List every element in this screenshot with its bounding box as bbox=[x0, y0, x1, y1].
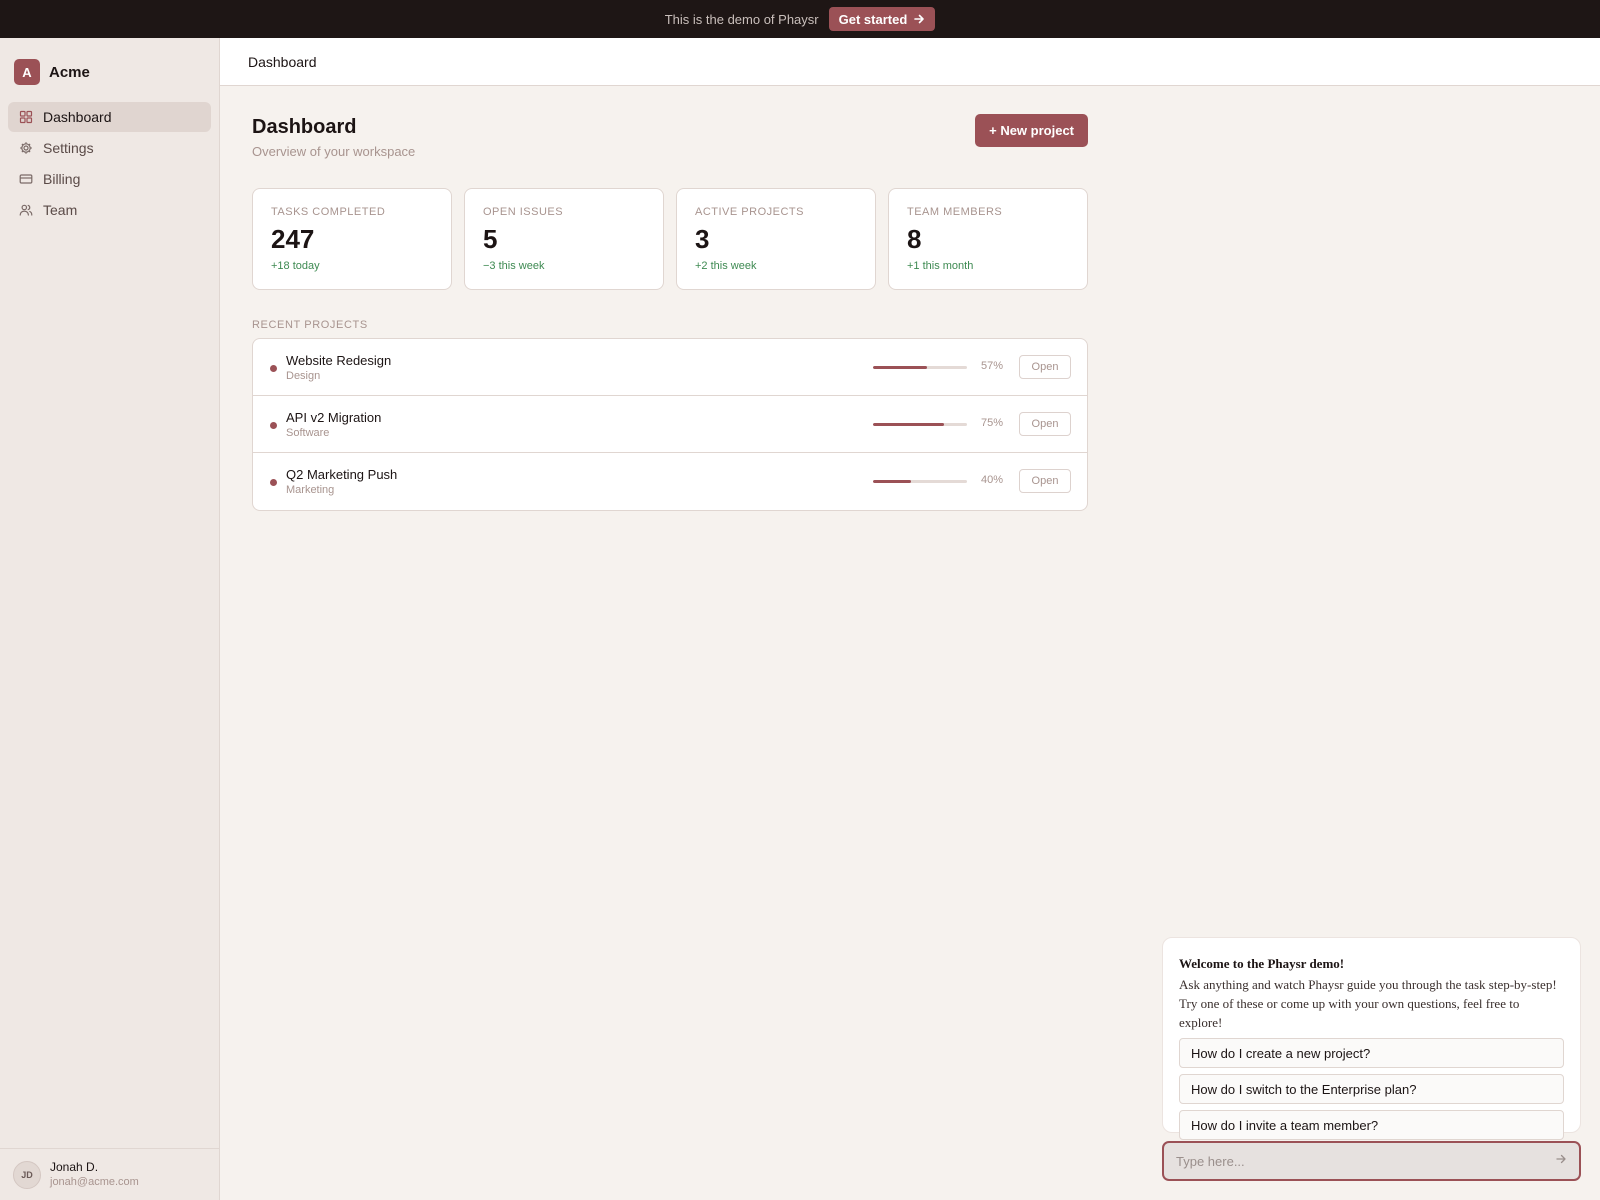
progress-fill bbox=[873, 366, 927, 369]
top-header: Dashboard bbox=[220, 38, 1600, 86]
stat-card-team-members: TEAM MEMBERS 8 +1 this month bbox=[888, 188, 1088, 290]
arrow-right-icon bbox=[914, 14, 925, 24]
users-icon bbox=[19, 204, 33, 216]
progress-percent: 75% bbox=[980, 417, 1003, 429]
sidebar-item-settings[interactable]: Settings bbox=[8, 133, 211, 163]
stat-value: 8 bbox=[907, 224, 922, 254]
sidebar: A Acme Dashboard Settings Billing Team J… bbox=[0, 38, 220, 1200]
sidebar-item-dashboard[interactable]: Dashboard bbox=[8, 102, 211, 132]
sidebar-item-label: Settings bbox=[43, 140, 94, 156]
stat-value: 3 bbox=[695, 224, 710, 254]
stat-card-tasks-completed: TASKS COMPLETED 247 +18 today bbox=[252, 188, 452, 290]
project-name: Website Redesign bbox=[286, 353, 392, 368]
sidebar-item-label: Team bbox=[43, 202, 78, 218]
stat-delta: +1 this month bbox=[907, 260, 974, 272]
chat-input-box bbox=[1162, 1141, 1581, 1181]
recent-projects-heading: RECENT PROJECTS bbox=[252, 319, 368, 331]
stat-value: 5 bbox=[483, 224, 498, 254]
open-project-button[interactable]: Open bbox=[1019, 355, 1071, 379]
breadcrumb: Dashboard bbox=[248, 53, 317, 70]
new-project-button[interactable]: + New project bbox=[975, 114, 1088, 147]
suggestion-invite-member[interactable]: How do I invite a team member? bbox=[1179, 1110, 1564, 1140]
demo-banner: This is the demo of Phaysr Get started bbox=[0, 0, 1600, 38]
sidebar-item-team[interactable]: Team bbox=[8, 195, 211, 225]
stats-row: TASKS COMPLETED 247 +18 today OPEN ISSUE… bbox=[252, 188, 1088, 290]
credit-card-icon bbox=[19, 174, 33, 184]
suggestion-create-project[interactable]: How do I create a new project? bbox=[1179, 1038, 1564, 1068]
chat-input[interactable] bbox=[1176, 1153, 1555, 1169]
stat-delta: +2 this week bbox=[695, 260, 757, 272]
project-category: Marketing bbox=[286, 484, 335, 496]
page-title: Dashboard bbox=[252, 116, 357, 138]
project-name: Q2 Marketing Push bbox=[286, 467, 398, 482]
arrow-right-icon bbox=[1556, 1154, 1566, 1164]
brand-logo: A bbox=[14, 59, 40, 85]
get-started-button[interactable]: Get started bbox=[828, 7, 936, 31]
stat-value: 247 bbox=[271, 224, 315, 254]
brand-name: Acme bbox=[49, 63, 90, 81]
sidebar-nav: Dashboard Settings Billing Team bbox=[0, 92, 219, 225]
stat-card-active-projects: ACTIVE PROJECTS 3 +2 this week bbox=[676, 188, 876, 290]
progress-percent: 57% bbox=[980, 360, 1003, 372]
open-project-button[interactable]: Open bbox=[1019, 469, 1071, 493]
progress-fill bbox=[873, 480, 911, 483]
avatar: JD bbox=[13, 1160, 41, 1189]
project-category: Design bbox=[286, 370, 321, 382]
chat-body: Ask anything and watch Phaysr guide you … bbox=[1179, 977, 1557, 1030]
project-category: Software bbox=[286, 427, 330, 439]
workspace-brand[interactable]: A Acme bbox=[0, 38, 219, 92]
get-started-label: Get started bbox=[838, 11, 908, 27]
user-profile[interactable]: JD Jonah D. jonah@acme.com bbox=[0, 1148, 219, 1200]
stat-delta: −3 this week bbox=[483, 260, 545, 272]
assistant-welcome-card: Welcome to the Phaysr demo! Ask anything… bbox=[1162, 937, 1581, 1140]
page-subtitle: Overview of your workspace bbox=[252, 144, 416, 159]
progress-bar bbox=[873, 423, 967, 426]
sidebar-item-label: Billing bbox=[43, 171, 81, 187]
project-row: API v2 Migration Software 75% Open bbox=[253, 396, 1087, 453]
user-email: jonah@acme.com bbox=[50, 1176, 139, 1188]
suggestion-enterprise-plan[interactable]: How do I switch to the Enterprise plan? bbox=[1179, 1074, 1564, 1104]
stat-delta: +18 today bbox=[271, 260, 320, 272]
main-content: Dashboard Overview of your workspace + N… bbox=[252, 86, 1088, 511]
stat-label: TASKS COMPLETED bbox=[271, 206, 386, 218]
stat-label: OPEN ISSUES bbox=[483, 206, 564, 218]
banner-text: This is the demo of Phaysr bbox=[664, 11, 819, 27]
grid-icon bbox=[19, 110, 33, 124]
status-dot bbox=[270, 365, 277, 372]
stat-label: ACTIVE PROJECTS bbox=[695, 206, 804, 218]
progress-percent: 40% bbox=[980, 474, 1003, 486]
page-header: Dashboard Overview of your workspace + N… bbox=[252, 86, 1088, 188]
sidebar-item-billing[interactable]: Billing bbox=[8, 164, 211, 194]
project-name: API v2 Migration bbox=[286, 410, 382, 425]
project-row: Website Redesign Design 57% Open bbox=[253, 339, 1087, 396]
chat-title: Welcome to the Phaysr demo! bbox=[1179, 956, 1345, 971]
open-project-button[interactable]: Open bbox=[1019, 412, 1071, 436]
gear-icon bbox=[20, 142, 32, 154]
progress-fill bbox=[873, 423, 944, 426]
stat-card-open-issues: OPEN ISSUES 5 −3 this week bbox=[464, 188, 664, 290]
status-dot bbox=[270, 422, 277, 429]
recent-projects-list: Website Redesign Design 57% Open API v2 … bbox=[252, 338, 1088, 511]
progress-bar bbox=[873, 480, 967, 483]
sidebar-item-label: Dashboard bbox=[43, 109, 112, 125]
send-button[interactable] bbox=[1555, 1152, 1567, 1170]
progress-bar bbox=[873, 366, 967, 369]
status-dot bbox=[270, 479, 277, 486]
stat-label: TEAM MEMBERS bbox=[907, 206, 1003, 218]
project-row: Q2 Marketing Push Marketing 40% Open bbox=[253, 453, 1087, 510]
user-name: Jonah D. bbox=[50, 1160, 99, 1174]
